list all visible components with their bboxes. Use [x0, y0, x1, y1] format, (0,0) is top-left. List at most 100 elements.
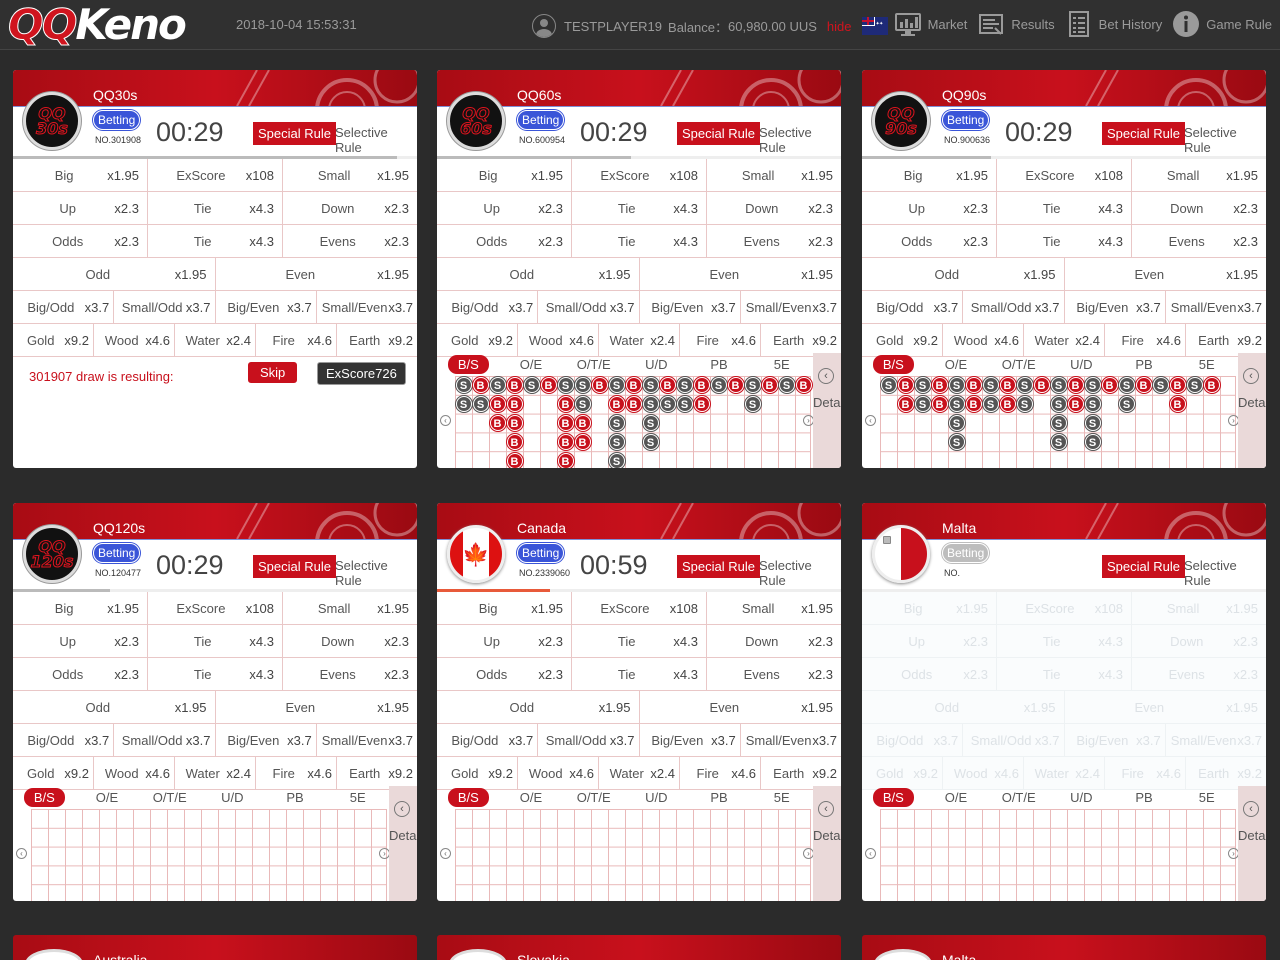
- odds-cell[interactable]: ExScore x108: [148, 592, 283, 624]
- special-rule-button[interactable]: Special Rule: [677, 555, 760, 578]
- odds-cell[interactable]: Up x2.3: [862, 625, 997, 657]
- odds-cell[interactable]: Big/Even x3.7: [216, 724, 317, 756]
- odds-cell[interactable]: Earth x9.2: [1186, 324, 1266, 356]
- road-tab-pb[interactable]: PB: [688, 790, 751, 805]
- odds-cell[interactable]: Fire x4.6: [256, 324, 337, 356]
- road-tab-o-t-e[interactable]: O/T/E: [562, 357, 625, 372]
- odds-cell[interactable]: Small/Odd x3.7: [538, 724, 640, 756]
- chevron-left-icon[interactable]: ‹: [1243, 368, 1259, 384]
- nav-results[interactable]: Results: [977, 10, 1055, 38]
- game-panel-australia[interactable]: Australia: [13, 935, 417, 960]
- odds-cell[interactable]: Tie x4.3: [148, 658, 283, 690]
- road-tab-5e[interactable]: 5E: [326, 790, 389, 805]
- odds-cell[interactable]: Big x1.95: [437, 159, 572, 191]
- chevron-left-icon[interactable]: ‹: [394, 801, 410, 817]
- odds-cell[interactable]: Odd x1.95: [437, 691, 640, 723]
- odds-cell[interactable]: Big/Even x3.7: [1065, 291, 1166, 323]
- road-tab-b-s[interactable]: B/S: [437, 354, 500, 374]
- odds-cell[interactable]: Even x1.95: [216, 691, 418, 723]
- odds-cell[interactable]: Tie x4.3: [997, 625, 1132, 657]
- road-tab-u-d[interactable]: U/D: [201, 790, 264, 805]
- odds-cell[interactable]: Gold x9.2: [13, 757, 94, 789]
- odds-cell[interactable]: Fire x4.6: [680, 757, 761, 789]
- odds-cell[interactable]: Wood x4.6: [943, 757, 1024, 789]
- odds-cell[interactable]: ExScore x108: [997, 592, 1132, 624]
- skip-button[interactable]: Skip: [248, 362, 298, 383]
- odds-cell[interactable]: Big/Odd x3.7: [13, 291, 115, 323]
- road-tab-pb[interactable]: PB: [1113, 357, 1176, 372]
- odds-cell[interactable]: Odd x1.95: [13, 691, 216, 723]
- odds-cell[interactable]: Earth x9.2: [761, 757, 841, 789]
- road-tab-o-e[interactable]: O/E: [500, 790, 563, 805]
- odds-cell[interactable]: Tie x4.3: [148, 225, 283, 257]
- odds-cell[interactable]: Gold x9.2: [862, 757, 943, 789]
- detail-side-panel[interactable]: ‹ Detail: [389, 786, 417, 901]
- odds-cell[interactable]: Wood x4.6: [943, 324, 1024, 356]
- odds-cell[interactable]: Small/Even x3.7: [1166, 291, 1266, 323]
- odds-cell[interactable]: Gold x9.2: [437, 757, 518, 789]
- detail-side-panel[interactable]: ‹ Detail: [813, 786, 841, 901]
- chevron-left-icon[interactable]: ‹: [818, 801, 834, 817]
- odds-cell[interactable]: Earth x9.2: [337, 324, 417, 356]
- road-tab-o-t-e[interactable]: O/T/E: [562, 790, 625, 805]
- odds-cell[interactable]: Water x2.4: [1024, 757, 1105, 789]
- odds-cell[interactable]: Odds x2.3: [862, 658, 997, 690]
- road-tab-5e[interactable]: 5E: [750, 357, 813, 372]
- odds-cell[interactable]: Small x1.95: [1132, 592, 1266, 624]
- odds-cell[interactable]: Down x2.3: [707, 625, 841, 657]
- selective-rule-button[interactable]: Selective Rule: [759, 125, 841, 155]
- selective-rule-button[interactable]: Selective Rule: [1184, 558, 1266, 588]
- odds-cell[interactable]: Odd x1.95: [437, 258, 640, 290]
- odds-cell[interactable]: Water x2.4: [175, 324, 256, 356]
- odds-cell[interactable]: Small/Odd x3.7: [538, 291, 640, 323]
- selective-rule-button[interactable]: Selective Rule: [1184, 125, 1266, 155]
- detail-side-panel[interactable]: ‹ Detail: [813, 353, 841, 468]
- odds-cell[interactable]: Up x2.3: [437, 625, 572, 657]
- odds-cell[interactable]: Big/Odd x3.7: [13, 724, 115, 756]
- road-tab-b-s[interactable]: B/S: [862, 787, 925, 807]
- road-tab-o-e[interactable]: O/E: [500, 357, 563, 372]
- odds-cell[interactable]: Wood x4.6: [94, 757, 175, 789]
- odds-cell[interactable]: Odds x2.3: [13, 225, 148, 257]
- road-tab-b-s[interactable]: B/S: [862, 354, 925, 374]
- special-rule-button[interactable]: Special Rule: [1102, 555, 1185, 578]
- odds-cell[interactable]: Up x2.3: [862, 192, 997, 224]
- australia-flag-icon[interactable]: [861, 17, 888, 35]
- game-panel-slovakia[interactable]: Slovakia: [437, 935, 841, 960]
- odds-cell[interactable]: Big/Even x3.7: [1064, 724, 1166, 756]
- odds-cell[interactable]: Tie x4.3: [997, 192, 1132, 224]
- odds-cell[interactable]: Big/Odd x3.7: [862, 291, 964, 323]
- selective-rule-button[interactable]: Selective Rule: [335, 125, 417, 155]
- road-tab-o-e[interactable]: O/E: [76, 790, 139, 805]
- odds-cell[interactable]: Small/Even x3.7: [741, 291, 841, 323]
- road-tab-5e[interactable]: 5E: [750, 790, 813, 805]
- road-tab-u-d[interactable]: U/D: [1050, 790, 1113, 805]
- odds-cell[interactable]: Earth x9.2: [761, 324, 841, 356]
- odds-cell[interactable]: Odds x2.3: [862, 225, 997, 257]
- odds-cell[interactable]: ExScore x108: [572, 592, 707, 624]
- road-tab-o-t-e[interactable]: O/T/E: [987, 357, 1050, 372]
- odds-cell[interactable]: Wood x4.6: [518, 324, 599, 356]
- odds-cell[interactable]: Even x1.95: [640, 691, 842, 723]
- odds-cell[interactable]: Gold x9.2: [13, 324, 94, 356]
- odds-cell[interactable]: Small x1.95: [707, 159, 841, 191]
- odds-cell[interactable]: Gold x9.2: [437, 324, 518, 356]
- road-tab-u-d[interactable]: U/D: [625, 357, 688, 372]
- odds-cell[interactable]: Tie x4.3: [572, 658, 707, 690]
- road-tab-u-d[interactable]: U/D: [625, 790, 688, 805]
- odds-cell[interactable]: Water x2.4: [1024, 324, 1105, 356]
- road-tab-o-t-e[interactable]: O/T/E: [138, 790, 201, 805]
- odds-cell[interactable]: Fire x4.6: [1105, 324, 1186, 356]
- road-tab-pb[interactable]: PB: [688, 357, 751, 372]
- odds-cell[interactable]: Even x1.95: [1064, 691, 1266, 723]
- odds-cell[interactable]: Evens x2.3: [283, 658, 417, 690]
- special-rule-button[interactable]: Special Rule: [253, 122, 336, 145]
- odds-cell[interactable]: Down x2.3: [283, 625, 417, 657]
- game-panel-malta-2[interactable]: Malta: [862, 935, 1266, 960]
- odds-cell[interactable]: Down x2.3: [1132, 192, 1266, 224]
- odds-cell[interactable]: Small x1.95: [1132, 159, 1266, 191]
- odds-cell[interactable]: Big/Even x3.7: [640, 724, 741, 756]
- odds-cell[interactable]: Small/Odd x3.7: [963, 291, 1065, 323]
- odds-cell[interactable]: Small x1.95: [283, 159, 417, 191]
- odds-cell[interactable]: Fire x4.6: [680, 324, 761, 356]
